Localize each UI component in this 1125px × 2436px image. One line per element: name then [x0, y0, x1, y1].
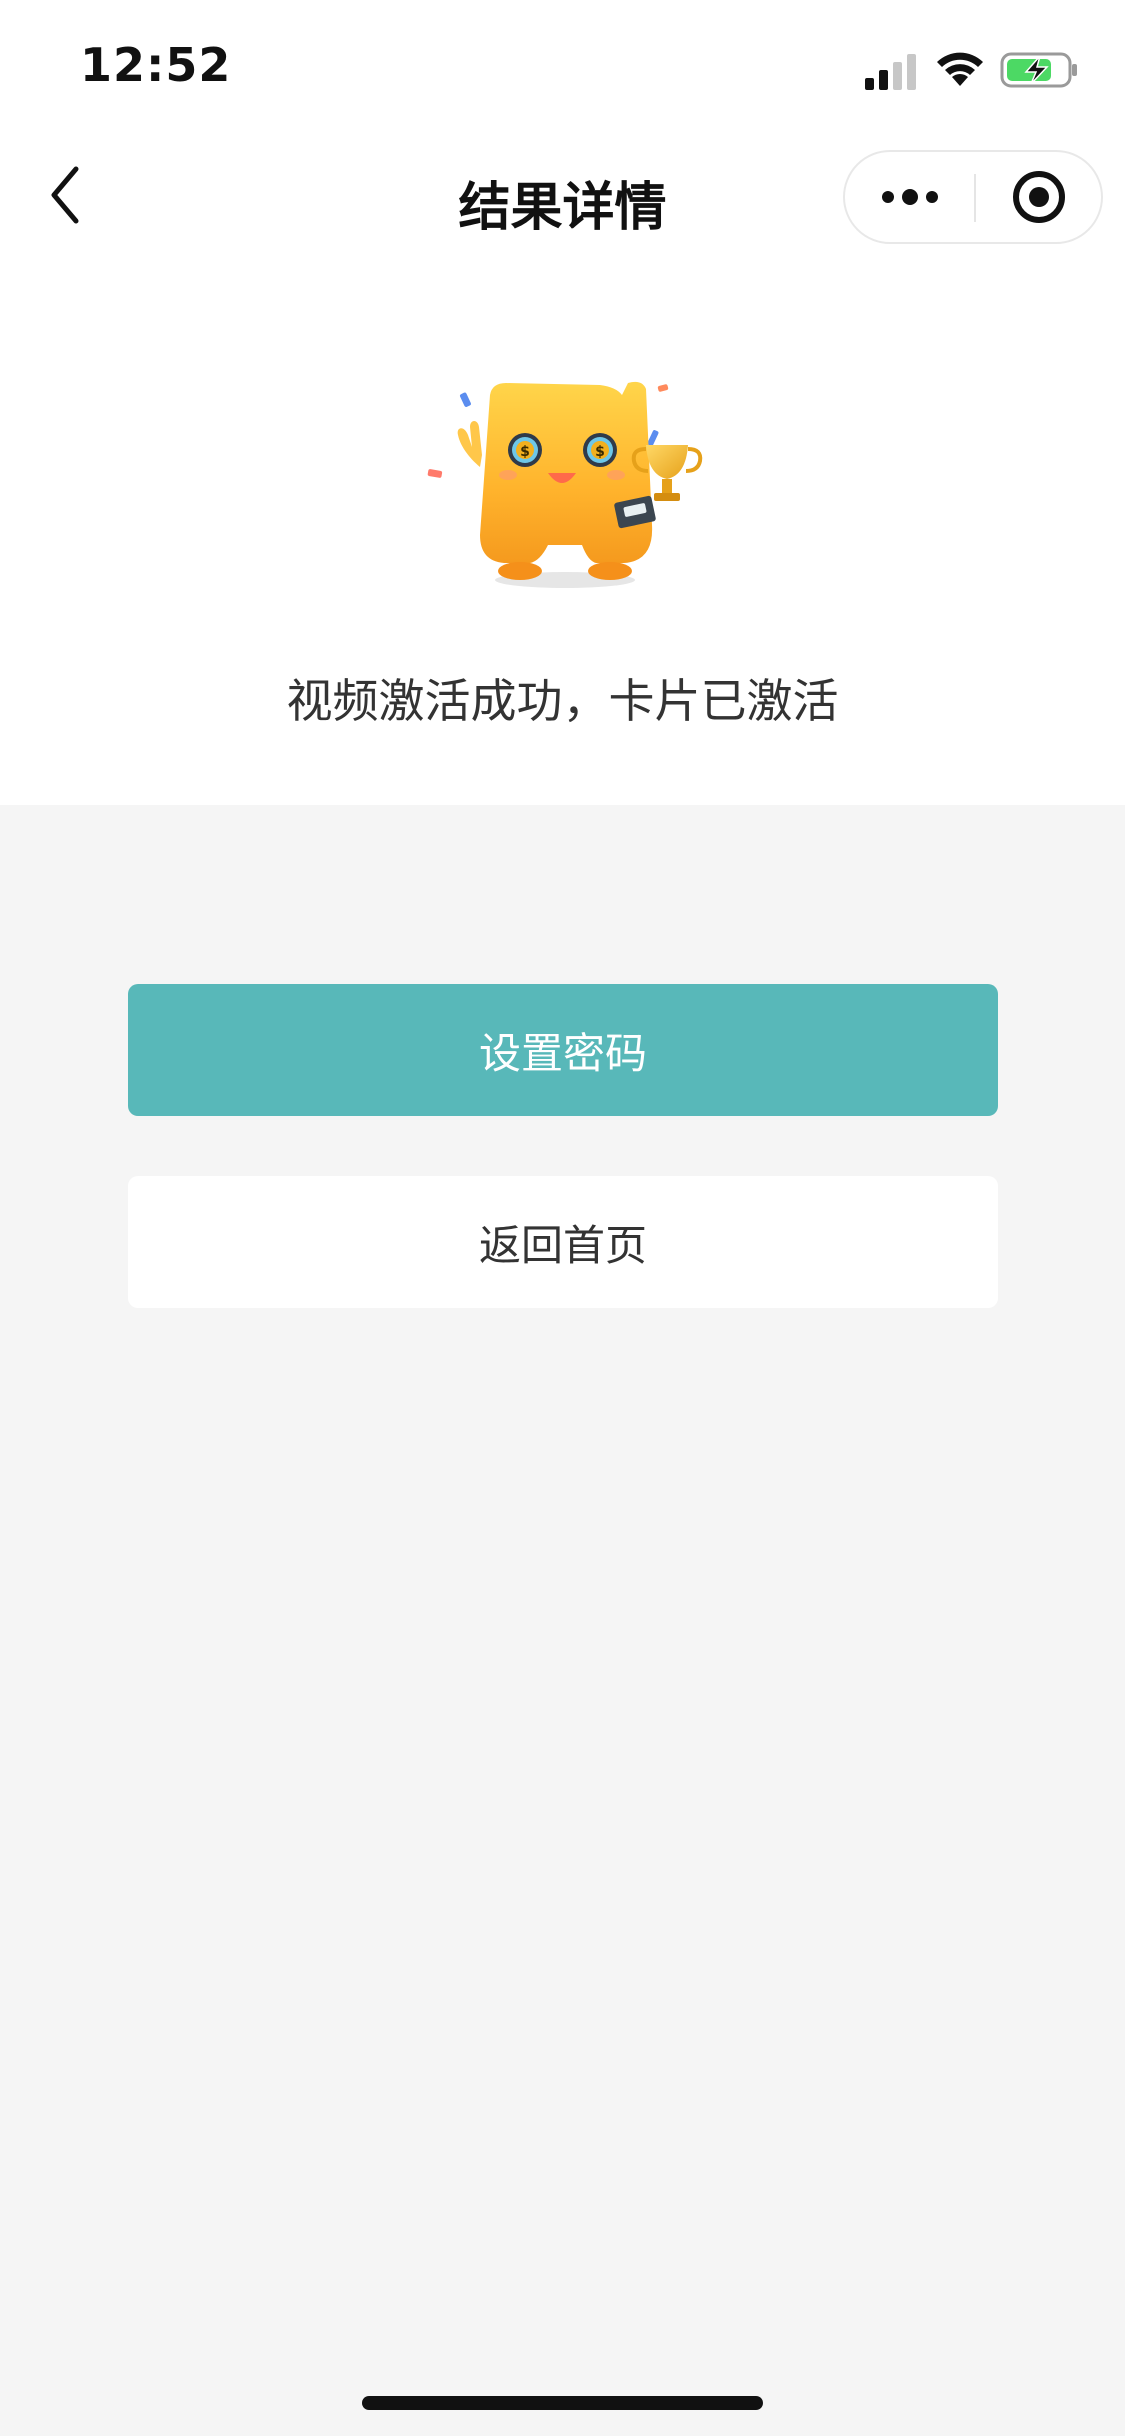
miniprogram-capsule — [843, 150, 1103, 244]
target-circle-icon — [1012, 171, 1065, 223]
back-to-home-button[interactable]: 返回首页 — [128, 1176, 998, 1308]
svg-text:$: $ — [595, 444, 605, 460]
svg-text:$: $ — [520, 444, 530, 460]
wifi-icon — [937, 52, 983, 86]
more-dots-icon — [881, 189, 938, 205]
cellular-signal-icon — [865, 54, 916, 90]
result-message: 视频激活成功，卡片已激活 — [286, 674, 839, 728]
close-miniprogram-button[interactable] — [976, 152, 1101, 242]
more-button[interactable] — [845, 152, 974, 242]
set-password-button[interactable]: 设置密码 — [128, 984, 998, 1116]
battery-charging-icon — [1000, 52, 1077, 88]
home-indicator — [362, 2396, 763, 2410]
status-time: 12:52 — [80, 38, 232, 92]
mascot-illustration: $ $ — [427, 381, 703, 588]
status-icons — [865, 40, 1085, 100]
